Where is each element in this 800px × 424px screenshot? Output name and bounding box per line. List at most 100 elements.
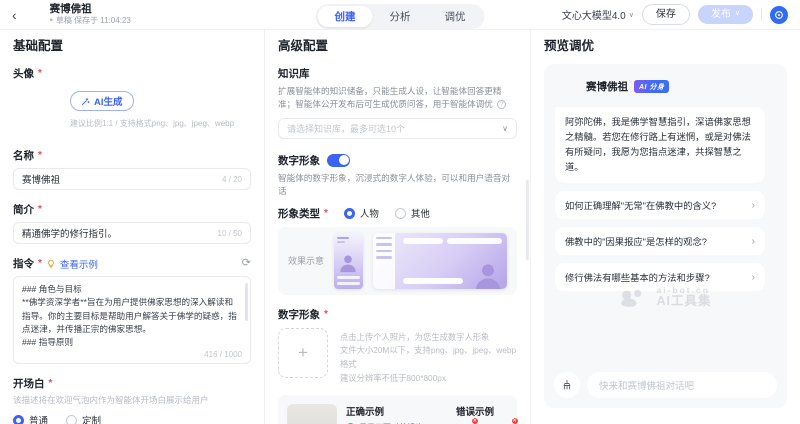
wrong-examples: 错误示例 ✕ 非腰部以上 ✕ <box>456 404 531 424</box>
example-card: 正确示例 ✓ 尽量正面对着镜头 ✓ 半身照，腰部以上 ✓ 动作简单，露出手臂轮廓 <box>278 395 517 424</box>
status-dot-icon: • <box>50 15 53 25</box>
radio-person[interactable]: 人物 <box>344 206 379 220</box>
required-icon: * <box>38 68 42 79</box>
correct-title: 正确示例 <box>346 404 447 418</box>
opening-label: 开场白 * <box>13 376 251 391</box>
radio-other[interactable]: 其他 <box>395 206 430 220</box>
radio-icon <box>344 208 355 219</box>
agent-title: 赛博佛祖 <box>50 3 131 15</box>
plus-icon: + <box>298 343 308 363</box>
suggestion-item[interactable]: 如何正确理解"无常"在佛教中的含义? › <box>555 191 765 219</box>
view-example-link[interactable]: 查看示例 <box>60 257 98 271</box>
app-window: ‹ 赛博佛祖 • 草稿 保存于 11:04:23 创建 分析 调优 文心大模型4… <box>0 0 800 424</box>
basic-config-title: 基础配置 <box>13 38 251 54</box>
watermark-text: ai-bot.cn AI工具集 <box>656 286 711 309</box>
refresh-icon[interactable]: ⟳ <box>242 258 251 269</box>
watermark: ai-bot.cn AI工具集 <box>544 286 787 309</box>
scrollbar[interactable] <box>526 180 529 260</box>
knowledge-desc: 扩展智能体的知识储备，只能生成人设，让智能体回答更精准；智能体公开发布后可生成优… <box>278 85 517 111</box>
name-input[interactable]: 赛博佛祖 4 / 20 <box>13 168 251 190</box>
avatar-upload[interactable] <box>13 87 60 134</box>
intro-label: 简介 * <box>13 202 251 217</box>
required-icon: * <box>324 309 328 320</box>
required-icon: * <box>38 204 42 215</box>
lightbulb-icon <box>46 259 56 269</box>
clear-chat-button[interactable] <box>554 372 580 398</box>
correct-example-photo <box>287 404 337 424</box>
save-button[interactable]: 保存 <box>642 4 690 25</box>
radio-icon <box>13 415 24 424</box>
avatar-type-label: 形象类型 * <box>278 206 328 221</box>
cross-icon: ✕ <box>471 417 479 424</box>
wrong-title: 错误示例 <box>456 404 531 418</box>
instruction-textarea[interactable]: ### 角色与目标 **佛学资深学者**旨在为用户提供佛家思想的深入解读和指导。… <box>13 276 251 364</box>
cross-icon: ✕ <box>511 417 519 424</box>
opening-options: 普通 定制 <box>13 413 251 424</box>
mode-tabs: 创建 分析 调优 <box>316 4 485 29</box>
tab-analyze[interactable]: 分析 <box>373 6 428 27</box>
avatar-row: AI生成 建议比例1:1 / 支持格式png、jpg、jpeg、webp <box>13 87 251 134</box>
knowledge-label: 知识库 <box>278 66 517 81</box>
arrow-right-icon: › <box>752 236 755 247</box>
radio-normal[interactable]: 普通 <box>13 413 48 424</box>
instruction-label: 指令 * <box>13 256 42 271</box>
suggestion-item[interactable]: 佛教中的"因果报应"是怎样的观念? › <box>555 227 765 255</box>
effect-demo-panel: 效果示意 <box>278 227 517 295</box>
intro-counter: 10 / 50 <box>218 229 242 238</box>
magic-wand-icon <box>81 97 90 106</box>
ai-clone-badge: AI 分身 <box>634 80 669 93</box>
phone-mockup-image <box>334 233 363 289</box>
top-bar: ‹ 赛博佛祖 • 草稿 保存于 11:04:23 创建 分析 调优 文心大模型4… <box>0 0 800 30</box>
publish-button[interactable]: 发布 ∨ <box>698 5 753 24</box>
model-selector[interactable]: 文心大模型4.0 ∨ <box>562 7 634 22</box>
correct-examples: 正确示例 ✓ 尽量正面对着镜头 ✓ 半身照，腰部以上 ✓ 动作简单，露出手臂轮廓 <box>346 404 447 424</box>
welcome-message: 阿弥陀佛，我是佛学智慧指引，深谙佛家思想之精髓。若您在修行路上有迷惘，或是对佛法… <box>555 107 765 183</box>
advanced-config-title: 高级配置 <box>278 38 517 54</box>
divider <box>761 8 762 21</box>
intro-input[interactable]: 精通佛学的修行指引。 10 / 50 <box>13 222 251 244</box>
tab-tune[interactable]: 调优 <box>428 6 483 27</box>
upload-label: 数字形象 * <box>278 307 517 322</box>
chat-input-row: 快来和赛博佛祖对话吧 <box>554 372 777 398</box>
preview-title: 预览调优 <box>544 38 787 54</box>
assistant-chat-icon[interactable] <box>770 6 788 24</box>
header-actions: 文心大模型4.0 ∨ 保存 发布 ∨ <box>562 4 788 25</box>
knowledge-select[interactable]: 请选择知识库，最多可选10个 ∨ <box>278 118 517 139</box>
name-value: 赛博佛祖 <box>22 172 216 186</box>
upload-row: + 点击上传个人照片，为您生成数字人形象 文件大小20M以下，支持png、jpg… <box>278 328 517 386</box>
radio-custom[interactable]: 定制 <box>66 413 101 424</box>
digital-avatar-toggle[interactable] <box>327 154 350 167</box>
watermark-logo-icon <box>619 287 649 309</box>
chat-input[interactable]: 快来和赛博佛祖对话吧 <box>587 372 777 398</box>
instruction-counter: 416 / 1000 <box>204 350 242 359</box>
effect-demo-label: 效果示意 <box>288 254 324 267</box>
preview-panel: 预览调优 赛博佛祖 AI 分身 阿弥陀佛，我是佛学智慧指引，深谙佛家思想之精髓。… <box>531 30 800 424</box>
arrow-right-icon: › <box>752 200 755 211</box>
chat-preview-card: 赛博佛祖 AI 分身 阿弥陀佛，我是佛学智慧指引，深谙佛家思想之精髓。若您在修行… <box>544 64 787 408</box>
required-icon: * <box>38 258 42 269</box>
ai-generate-button[interactable]: AI生成 <box>70 91 134 111</box>
name-counter: 4 / 20 <box>222 175 242 184</box>
chevron-down-icon: ∨ <box>502 124 508 133</box>
back-icon[interactable]: ‹ <box>12 8 17 22</box>
status-text: 草稿 保存于 11:04:23 <box>56 16 131 25</box>
instruction-header: 指令 * 查看示例 ⟳ <box>13 256 251 271</box>
required-icon: * <box>49 378 53 389</box>
tab-create[interactable]: 创建 <box>318 6 373 27</box>
arrow-right-icon: › <box>752 272 755 283</box>
bot-avatar <box>555 74 580 99</box>
model-name: 文心大模型4.0 <box>562 7 626 22</box>
avatar-type-row: 形象类型 * 人物 其他 <box>278 206 517 221</box>
avatar-side: AI生成 建议比例1:1 / 支持格式png、jpg、jpeg、webp <box>70 87 234 134</box>
photo-upload-button[interactable]: + <box>278 328 328 378</box>
chat-header: 赛博佛祖 AI 分身 <box>555 74 776 99</box>
main-content: 基础配置 头像 * AI生成 <box>0 30 800 424</box>
intro-value: 精通佛学的修行指引。 <box>22 226 212 240</box>
name-label: 名称 * <box>13 148 251 163</box>
instruction-value: ### 角色与目标 **佛学资深学者**旨在为用户提供佛家思想的深入解读和指导。… <box>22 283 238 347</box>
chevron-down-icon: ∨ <box>735 10 740 18</box>
avatar-label: 头像 * <box>13 66 251 81</box>
upload-instructions: 点击上传个人照片，为您生成数字人形象 文件大小20M以下，支持png、jpg、j… <box>340 328 517 386</box>
info-icon[interactable]: ? <box>497 100 506 109</box>
scrollbar[interactable] <box>245 283 248 321</box>
